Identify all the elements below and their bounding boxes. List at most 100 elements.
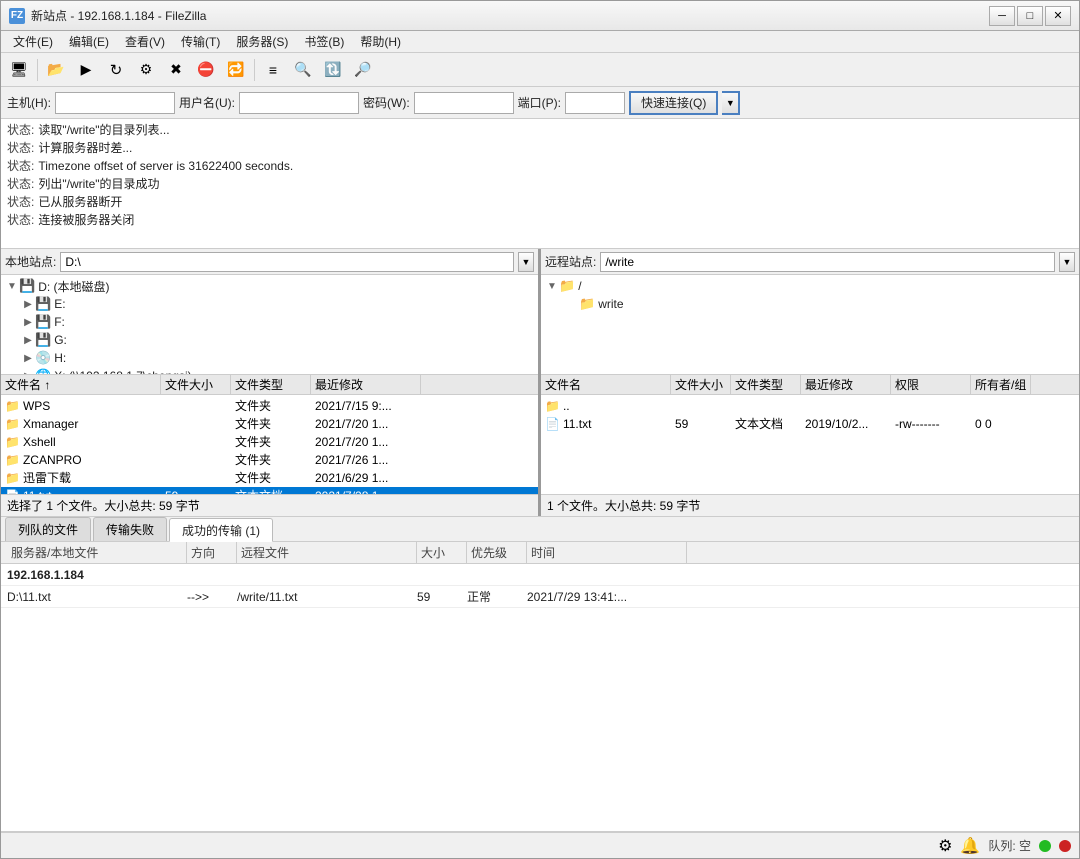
remote-path-input[interactable] xyxy=(600,252,1055,272)
local-file-cell-modified: 2021/7/20 1... xyxy=(311,433,421,450)
toggle-button[interactable]: ⚙ xyxy=(132,57,160,83)
log-line: 状态: 连接被服务器关闭 xyxy=(7,211,1073,229)
queue-cell-time: 2021/7/29 13:41:... xyxy=(521,590,681,604)
pass-label: 密码(W): xyxy=(363,94,410,111)
log-line: 状态:Timezone offset of server is 31622400… xyxy=(7,157,1073,175)
local-file-row[interactable]: 📁迅雷下载文件夹2021/6/29 1... xyxy=(1,469,538,487)
remote-file-cell-size: 59 xyxy=(671,415,731,432)
queue-area[interactable]: 192.168.1.184D:\11.txt-->>/write/11.txt5… xyxy=(1,564,1079,832)
log-text: 连接被服务器关闭 xyxy=(38,213,134,227)
local-col-header-modified[interactable]: 最近修改 xyxy=(311,375,421,394)
drive-icon: 💾 xyxy=(35,332,51,348)
remote-file-row[interactable]: 📁.. xyxy=(541,397,1079,415)
remote-col-header-name[interactable]: 文件名 xyxy=(541,375,671,394)
local-file-row[interactable]: 📁Xshell文件夹2021/7/20 1... xyxy=(1,433,538,451)
local-col-header-size[interactable]: 文件大小 xyxy=(161,375,231,394)
menu-item-T[interactable]: 传输(T) xyxy=(173,31,228,52)
log-line: 状态:列出"/write"的目录成功 xyxy=(7,175,1073,193)
menu-item-V[interactable]: 查看(V) xyxy=(117,31,173,52)
remote-col-header-perms[interactable]: 权限 xyxy=(891,375,971,394)
process-queue-button[interactable]: ▶ xyxy=(72,57,100,83)
remote-tree-item[interactable]: ▼📁/ xyxy=(541,277,1079,295)
local-tree-item[interactable]: ▼💾D: (本地磁盘) xyxy=(1,277,538,295)
quick-connect-dropdown[interactable]: ▼ xyxy=(722,91,740,115)
local-tree-item[interactable]: ▶💿H: xyxy=(1,349,538,367)
remote-col-header-owner[interactable]: 所有者/组 xyxy=(971,375,1031,394)
menu-item-E[interactable]: 文件(E) xyxy=(5,31,61,52)
tab-1[interactable]: 成功的传输 (1) xyxy=(169,518,273,542)
tree-item-label: write xyxy=(598,297,623,311)
port-input[interactable] xyxy=(565,92,625,114)
username-input[interactable] xyxy=(239,92,359,114)
remote-col-header-type[interactable]: 文件类型 xyxy=(731,375,801,394)
log-label: 状态: xyxy=(7,123,34,137)
remote-files-header: 文件名文件大小文件类型最近修改权限所有者/组 xyxy=(541,375,1079,395)
tab-[interactable]: 列队的文件 xyxy=(5,517,91,541)
minimize-button[interactable]: ─ xyxy=(989,6,1015,26)
menu-item-S[interactable]: 服务器(S) xyxy=(228,31,296,52)
new-site-button[interactable]: 🖥 xyxy=(5,57,33,83)
search-button[interactable]: 🔍 xyxy=(289,57,317,83)
refresh-button[interactable]: ↻ xyxy=(102,57,130,83)
log-label: 状态: xyxy=(7,213,34,227)
sync-button[interactable]: 🔃 xyxy=(319,57,347,83)
find-files-button[interactable]: 🔎 xyxy=(349,57,377,83)
remote-files-list[interactable]: 📁..📄11.txt59文本文档2019/10/2...-rw-------0 … xyxy=(541,395,1079,494)
queue-col-header: 方向 xyxy=(187,542,237,563)
local-files-list[interactable]: 📁WPS文件夹2021/7/15 9:...📁Xmanager文件夹2021/7… xyxy=(1,395,538,494)
tab-bar: 列队的文件传输失败成功的传输 (1) xyxy=(1,516,1079,542)
tree-item-label: F: xyxy=(54,315,65,329)
local-file-row[interactable]: 📁WPS文件夹2021/7/15 9:... xyxy=(1,397,538,415)
local-path-input[interactable] xyxy=(60,252,514,272)
remote-col-header-modified[interactable]: 最近修改 xyxy=(801,375,891,394)
menu-item-B[interactable]: 书签(B) xyxy=(296,31,352,52)
local-tree-item[interactable]: ▶💾F: xyxy=(1,313,538,331)
local-tree[interactable]: ▼💾D: (本地磁盘)▶💾E:▶💾F:▶💾G:▶💿H:▶🌐X: (\\192.1… xyxy=(1,275,538,375)
host-input[interactable] xyxy=(55,92,175,114)
local-file-cell-type: 文件夹 xyxy=(231,397,311,414)
remote-tree-item[interactable]: 📁write xyxy=(541,295,1079,313)
file-icon: 📁 xyxy=(5,453,20,467)
local-file-cell-name: 📁Xmanager xyxy=(1,415,161,432)
local-col-header-name[interactable]: 文件名 ↑ xyxy=(1,375,161,394)
settings-icon[interactable]: ⚙ xyxy=(938,836,952,856)
queue-row[interactable]: D:\11.txt-->>/write/11.txt59正常2021/7/29 … xyxy=(1,586,1079,608)
local-file-cell-type: 文本文档 xyxy=(231,487,311,494)
remote-path-dropdown[interactable]: ▼ xyxy=(1059,252,1075,272)
log-area: 状态:读取"/write"的目录列表...状态:计算服务器时差...状态:Tim… xyxy=(1,119,1079,249)
local-tree-item[interactable]: ▶💾G: xyxy=(1,331,538,349)
log-label: 状态: xyxy=(7,195,34,209)
reconnect-button[interactable]: 🔁 xyxy=(222,57,250,83)
close-button[interactable]: ✕ xyxy=(1045,6,1071,26)
tree-item-label: / xyxy=(578,279,581,293)
remote-panel: 远程站点: ▼ ▼📁/📁write 文件名文件大小文件类型最近修改权限所有者/组… xyxy=(541,249,1079,516)
tree-item-label: D: (本地磁盘) xyxy=(38,278,109,295)
tree-expand-icon: ▶ xyxy=(21,317,35,328)
open-file-manager-button[interactable]: 📂 xyxy=(42,57,70,83)
remote-panel-label: 远程站点: xyxy=(545,253,596,270)
menu-item-H[interactable]: 帮助(H) xyxy=(352,31,409,52)
quick-connect-button[interactable]: 快速连接(Q) xyxy=(629,91,718,115)
tab-[interactable]: 传输失败 xyxy=(93,517,167,541)
local-file-row[interactable]: 📁ZCANPRO文件夹2021/7/26 1... xyxy=(1,451,538,469)
local-file-row[interactable]: 📁Xmanager文件夹2021/7/20 1... xyxy=(1,415,538,433)
notifications-icon[interactable]: 🔔 xyxy=(960,836,980,856)
disconnect-button[interactable]: ⛔ xyxy=(192,57,220,83)
queue-cell-local-file: D:\11.txt xyxy=(1,590,181,604)
local-col-header-type[interactable]: 文件类型 xyxy=(231,375,311,394)
remote-file-row[interactable]: 📄11.txt59文本文档2019/10/2...-rw-------0 0 xyxy=(541,415,1079,433)
maximize-button[interactable]: □ xyxy=(1017,6,1043,26)
local-tree-item[interactable]: ▶💾E: xyxy=(1,295,538,313)
password-input[interactable] xyxy=(414,92,514,114)
queue-all-button[interactable]: ≡ xyxy=(259,57,287,83)
remote-col-header-size[interactable]: 文件大小 xyxy=(671,375,731,394)
cancel-button[interactable]: ✖ xyxy=(162,57,190,83)
local-path-dropdown[interactable]: ▼ xyxy=(518,252,534,272)
remote-tree[interactable]: ▼📁/📁write xyxy=(541,275,1079,375)
local-tree-item[interactable]: ▶🌐X: (\\192.168.1.7\chengsj) xyxy=(1,367,538,375)
window-controls: ─ □ ✕ xyxy=(989,6,1071,26)
menu-item-E[interactable]: 编辑(E) xyxy=(61,31,117,52)
local-file-row[interactable]: 📄11.txt59文本文档2021/7/28 1... xyxy=(1,487,538,494)
local-file-cell-size xyxy=(161,397,231,414)
queue-server-row[interactable]: 192.168.1.184 xyxy=(1,564,1079,586)
